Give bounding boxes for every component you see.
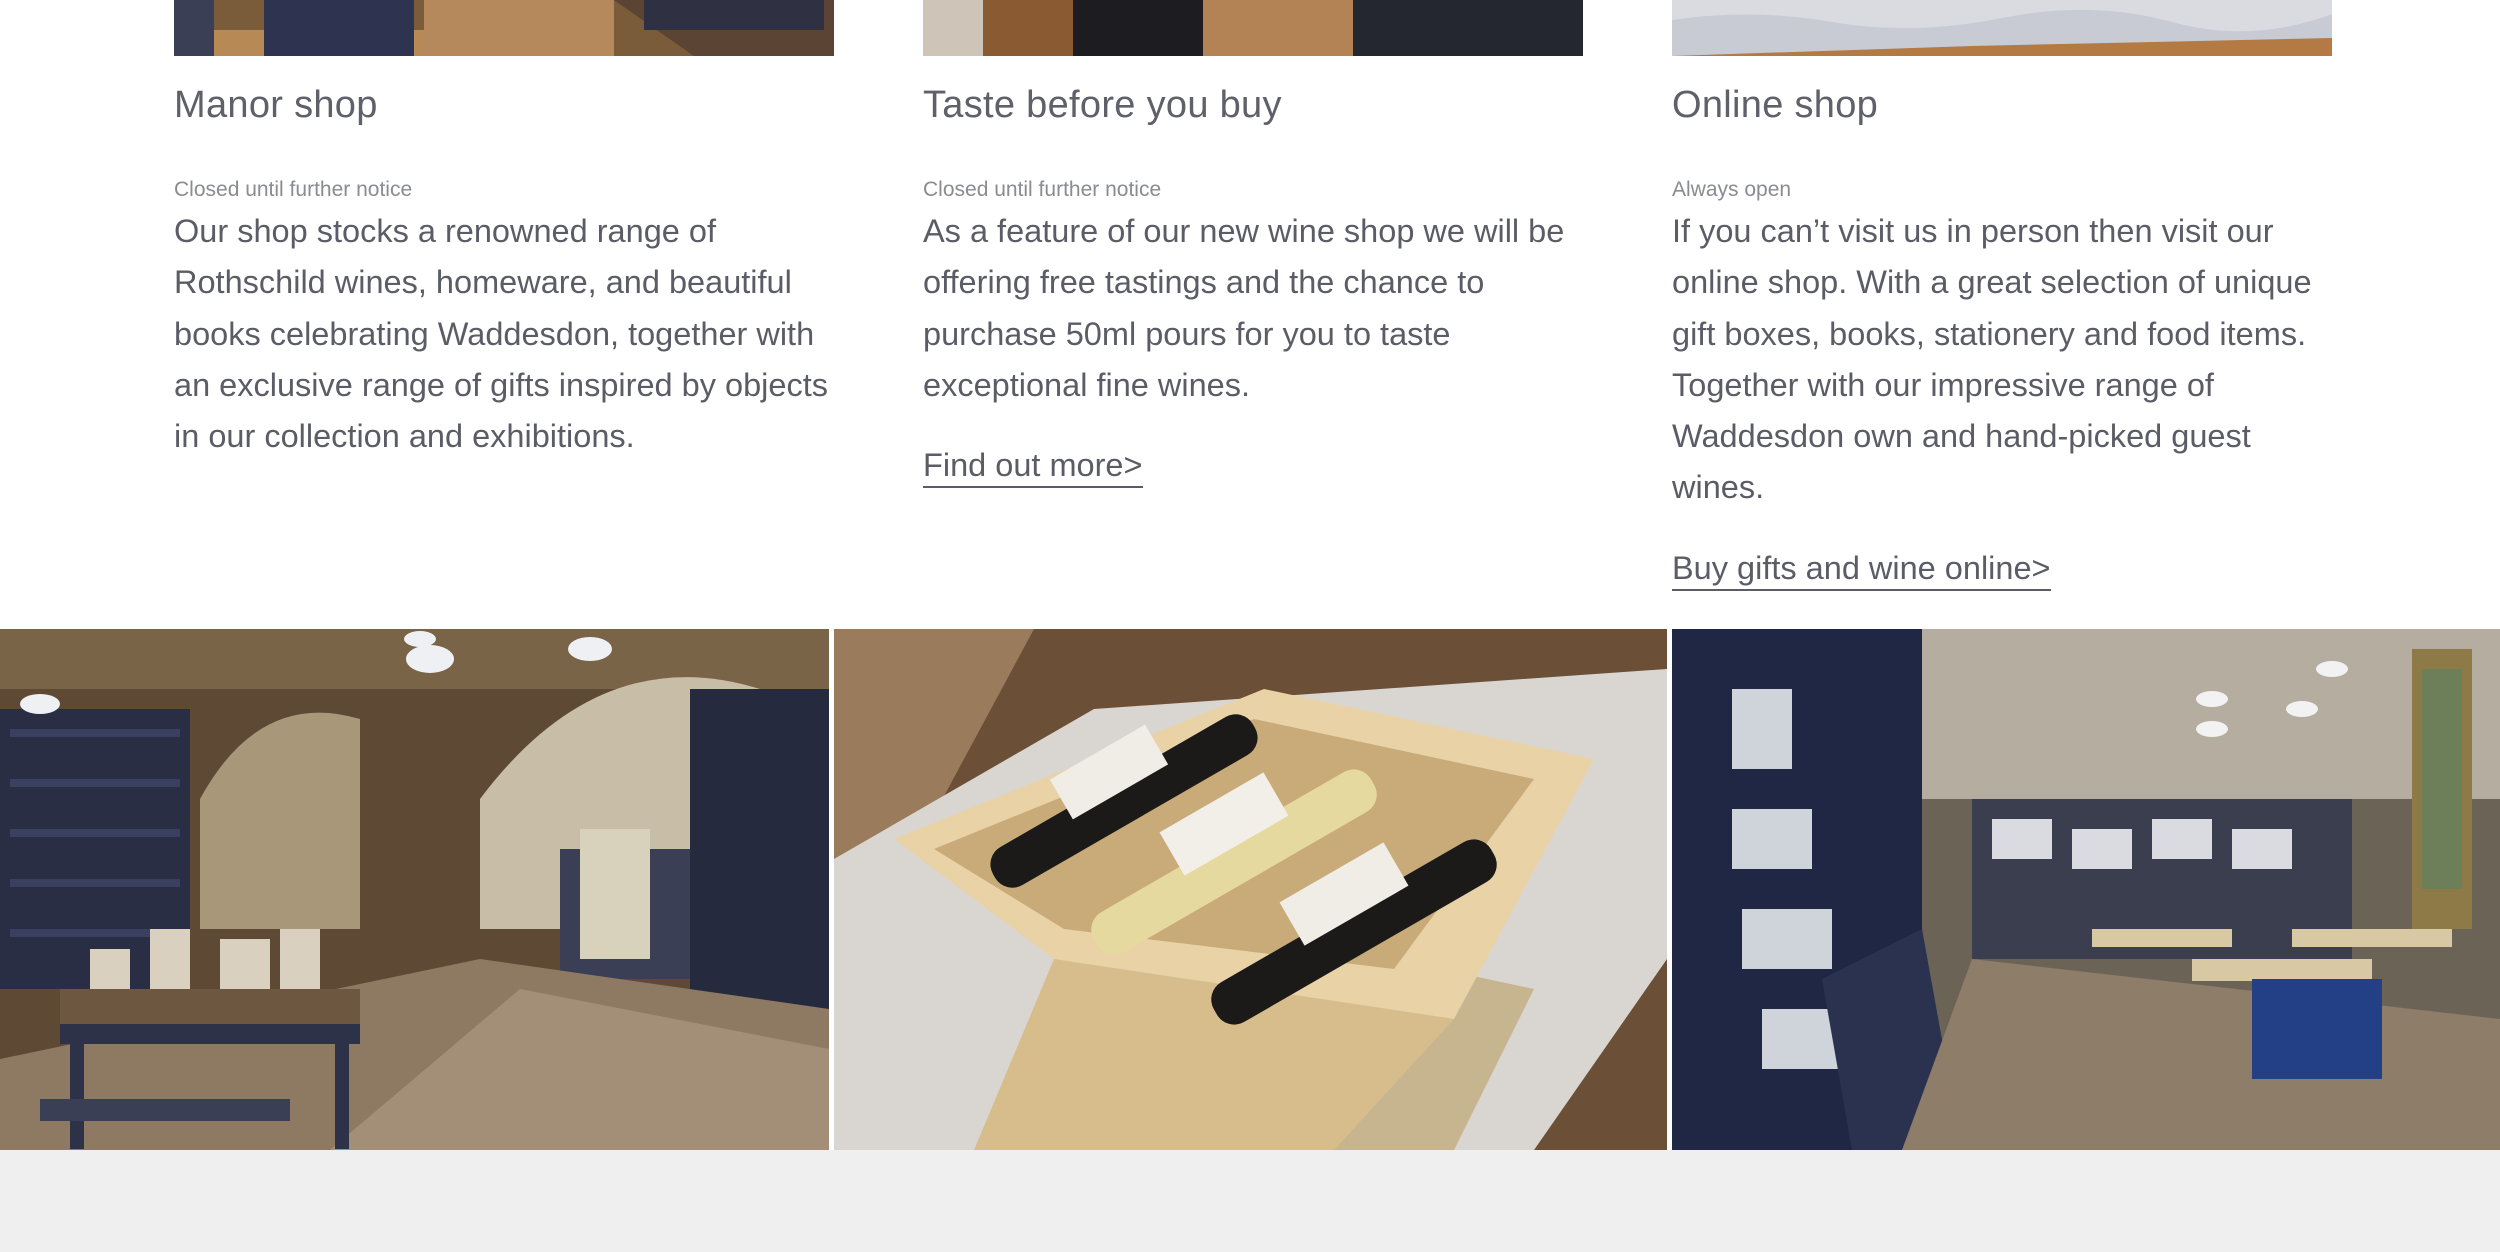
- taste-description: As a feature of our new wine shop we wil…: [923, 213, 1565, 403]
- online-shop-status: Always open: [1672, 178, 1792, 201]
- taste-title: Taste before you buy: [923, 84, 1282, 126]
- wine-tasting-image: [923, 0, 1583, 56]
- online-shop-title: Online shop: [1672, 84, 1879, 126]
- online-shop-description: If you can’t visit us in person then vis…: [1672, 213, 2312, 506]
- manor-shop-description: Our shop stocks a renowned range of Roth…: [174, 213, 828, 455]
- find-out-more-link[interactable]: Find out more>: [923, 445, 1143, 488]
- online-shop-image: [1672, 0, 2332, 56]
- footer-band: [0, 1150, 2500, 1252]
- taste-status: Closed until further notice: [923, 178, 1162, 201]
- manor-shop-image: [174, 0, 834, 56]
- manor-shop-title: Manor shop: [174, 84, 378, 126]
- shop-interior-photo: [0, 629, 829, 1150]
- wine-gift-box-photo: [834, 629, 1667, 1150]
- manor-shop-status: Closed until further notice: [174, 178, 413, 201]
- shop-interior-photo-2: [1672, 629, 2500, 1150]
- buy-online-link[interactable]: Buy gifts and wine online>: [1672, 548, 2051, 591]
